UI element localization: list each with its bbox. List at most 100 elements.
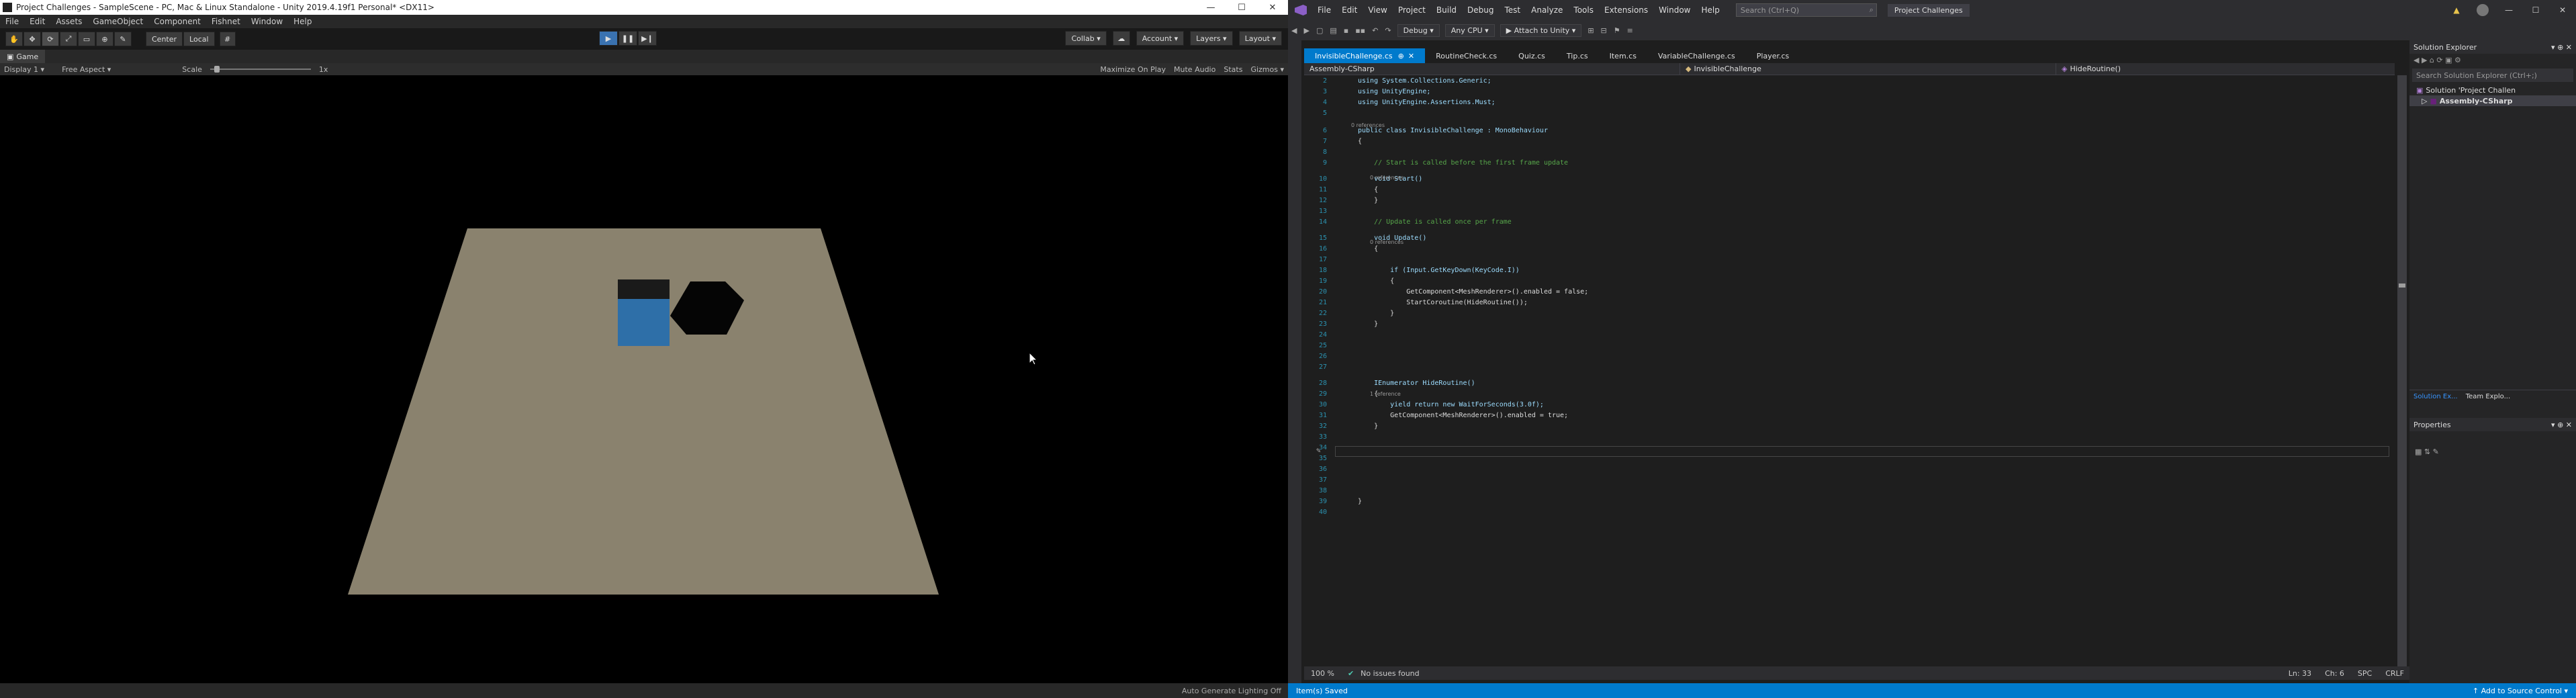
close-button[interactable]: ✕ [1257,3,1288,13]
add-to-source-control[interactable]: ↑ Add to Source Control ▾ [2473,687,2568,695]
platform-dropdown[interactable]: Any CPU ▾ [1444,24,1495,37]
codelens-references[interactable]: 0 references [1370,239,1404,245]
editor-scrollbar[interactable] [2397,75,2407,666]
vs-menu-analyze[interactable]: Analyze [1531,5,1563,15]
scale-tool-icon[interactable]: ⤢ [60,32,77,46]
member-dropdown[interactable]: ◈ HideRoutine() [2056,63,2392,75]
toolbar-icon-1[interactable]: ⊞ [1588,26,1594,35]
properties-close-icon[interactable]: ▾ ⊕ ✕ [2551,421,2572,429]
layers-dropdown[interactable]: Layers ▾ [1190,31,1233,46]
code-line[interactable]: 19 { [1304,275,2392,286]
pivot-center-button[interactable]: Center [146,32,183,46]
code-line[interactable]: 21 StartCoroutine(HideRoutine()); [1304,297,2392,308]
codelens-references[interactable]: 1 reference [1370,391,1401,397]
menu-fishnet[interactable]: Fishnet [212,17,240,26]
tab-routinecheck[interactable]: RoutineCheck.cs [1425,48,1508,63]
expand-arrow-icon[interactable]: ▷ [2422,97,2427,105]
tab-quiz[interactable]: Quiz.cs [1508,48,1556,63]
game-viewport[interactable] [0,75,1288,683]
layout-dropdown[interactable]: Layout ▾ [1238,31,1282,46]
code-line[interactable]: 28 IEnumerator HideRoutine() [1304,378,2392,388]
code-line[interactable]: 27 [1304,361,2392,372]
vs-menu-project[interactable]: Project [1398,5,1426,15]
menu-help[interactable]: Help [293,17,312,26]
comment-icon[interactable]: ≡ [1627,26,1633,35]
scale-slider[interactable] [210,66,311,73]
vs-menu-help[interactable]: Help [1701,5,1719,15]
vs-menu-window[interactable]: Window [1659,5,1690,15]
bookmark-icon[interactable]: ⚑ [1614,26,1620,35]
step-button-icon[interactable]: ▶❙ [638,31,657,46]
vs-minimize-button[interactable]: — [2495,5,2522,15]
class-dropdown[interactable]: ◆ InvisibleChallenge [1680,62,2056,75]
minimize-button[interactable]: — [1195,3,1226,13]
menu-component[interactable]: Component [154,17,201,26]
vs-menu-test[interactable]: Test [1504,5,1520,15]
save-icon[interactable]: ▪ [1344,26,1348,35]
code-line[interactable]: 10 void Start() [1304,173,2392,184]
code-line[interactable]: 36 [1304,464,2392,474]
code-line[interactable]: 29 { [1304,388,2392,399]
vs-menu-file[interactable]: File [1318,5,1331,15]
code-line[interactable]: 37 [1304,474,2392,485]
code-line[interactable]: 8 [1304,146,2392,157]
code-line[interactable]: 13 [1304,206,2392,216]
solution-search-input[interactable]: Search Solution Explorer (Ctrl+;) [2412,69,2573,82]
tab-invisiblechallenge[interactable]: InvisibleChallenge.cs ⊕ ✕ [1304,48,1426,63]
code-line[interactable]: 2 using System.Collections.Generic; [1304,75,2392,86]
code-line[interactable]: 22 } [1304,308,2392,318]
code-line[interactable]: 3 using UnityEngine; [1304,86,2392,97]
vs-menu-tools[interactable]: Tools [1573,5,1594,15]
code-line[interactable]: 15 void Update() [1304,232,2392,243]
code-line[interactable]: 26 [1304,351,2392,361]
menu-assets[interactable]: Assets [56,17,82,26]
line-ending-indicator[interactable]: CRLF [2385,669,2404,678]
configuration-dropdown[interactable]: Debug ▾ [1397,24,1440,37]
toolbar-icon-2[interactable]: ⊟ [1601,26,1607,35]
rect-tool-icon[interactable]: ▭ [78,32,95,46]
vs-menu-view[interactable]: View [1368,5,1387,15]
pause-button-icon[interactable]: ❚❚ [618,31,637,46]
new-file-icon[interactable]: ▢ [1316,26,1323,35]
close-tab-icon[interactable]: ✕ [1408,52,1414,60]
grid-snap-icon[interactable]: # [219,32,236,46]
undo-icon[interactable]: ↶ [1372,26,1378,35]
warning-icon[interactable]: ▲ [2443,5,2470,15]
code-line[interactable]: 16 { [1304,243,2392,254]
code-line[interactable]: 18 if (Input.GetKeyDown(KeyCode.I)) [1304,265,2392,275]
vs-menu-extensions[interactable]: Extensions [1604,5,1648,15]
code-line[interactable]: 20 GetComponent<MeshRenderer>().enabled … [1304,286,2392,297]
code-line[interactable]: 4 using UnityEngine.Assertions.Must; [1304,97,2392,107]
vs-close-button[interactable]: ✕ [2549,5,2576,15]
scrollbar-thumb[interactable] [2399,283,2405,288]
code-editor[interactable]: 2 using System.Collections.Generic; 3 using… [1304,75,2392,666]
cloud-icon[interactable]: ☁ [1112,31,1130,46]
pivot-local-button[interactable]: Local [183,32,215,46]
solution-node[interactable]: ▣ Solution 'Project Challen [2409,85,2576,95]
tab-player[interactable]: Player.cs [1746,48,1800,63]
move-tool-icon[interactable]: ✥ [24,32,41,46]
tab-tip[interactable]: Tip.cs [1556,48,1599,63]
gizmos-dropdown[interactable]: Gizmos ▾ [1250,65,1284,74]
tab-team-explorer[interactable]: Team Explo... [2466,393,2510,400]
rotate-tool-icon[interactable]: ⟳ [42,32,59,46]
hand-tool-icon[interactable]: ✋ [5,32,23,46]
play-button-icon[interactable]: ▶ [599,31,618,46]
tab-variablechallenge[interactable]: VariableChallenge.cs [1647,48,1746,63]
codelens-references[interactable]: 0 references [1351,122,1385,128]
code-line[interactable]: 40 [1304,507,2392,517]
panel-pin-icon[interactable]: ▾ ⊕ ✕ [2551,43,2572,52]
vs-menu-debug[interactable]: Debug [1467,5,1493,15]
code-line[interactable]: 5 [1304,107,2392,118]
se-toolbar-icons[interactable]: ◀ ▶ ⌂ ⟳ ▣ ⚙ [2413,56,2461,64]
menu-edit[interactable]: Edit [30,17,45,26]
vs-menu-edit[interactable]: Edit [1342,5,1357,15]
tab-item[interactable]: Item.cs [1599,48,1647,63]
project-dropdown[interactable]: Assembly-CSharp [1304,62,1680,75]
account-dropdown[interactable]: Account ▾ [1136,31,1185,46]
open-icon[interactable]: ▤ [1330,26,1336,35]
attach-to-unity-button[interactable]: ▶ Attach to Unity ▾ [1500,24,1582,37]
code-line[interactable]: 11 { [1304,184,2392,195]
menu-gameobject[interactable]: GameObject [93,17,143,26]
vs-menu-build[interactable]: Build [1436,5,1457,15]
